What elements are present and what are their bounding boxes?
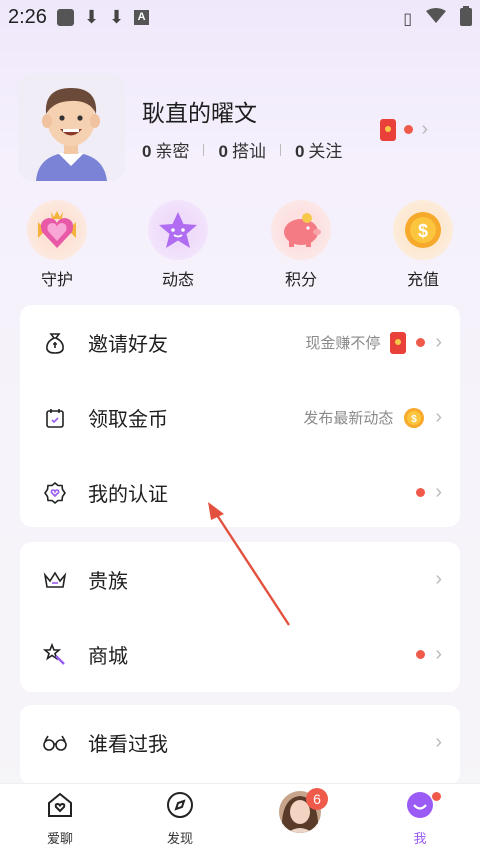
vibrate-icon: ▯ (403, 11, 412, 28)
smile-icon (407, 792, 433, 818)
stat-chat-up[interactable]: 0 搭讪 (218, 137, 265, 162)
app-notification-icon (56, 8, 74, 26)
menu-item-get-coins[interactable]: 领取金币 发布最新动态 $ › (20, 380, 460, 455)
quick-moments[interactable]: 动态 (133, 200, 223, 290)
red-packet-icon (390, 331, 407, 354)
quick-label: 充值 (406, 272, 439, 289)
profile-header[interactable]: 耿直的曜文 0 亲密 0 搭讪 0 关注 › (18, 74, 458, 184)
coin-icon: $ (393, 200, 453, 260)
download-icon: ⬇ (109, 6, 125, 27)
tab-chat[interactable]: 爱聊 (20, 790, 100, 847)
menu-card-1: 邀请好友 现金赚不停 › 领取金币 发布最新动态 $ › 我的认证 › (20, 305, 460, 527)
notification-dot (416, 488, 426, 497)
menu-item-verification[interactable]: 我的认证 › (20, 455, 460, 530)
quick-guard[interactable]: 守护 (12, 200, 102, 290)
a-notification-icon: A (134, 9, 150, 25)
menu-item-invite-friends[interactable]: 邀请好友 现金赚不停 › (20, 305, 460, 380)
money-bag-icon (42, 330, 68, 356)
calendar-icon (42, 405, 68, 431)
chevron-right-icon: › (435, 643, 442, 665)
quick-label: 积分 (284, 272, 317, 289)
quick-label: 守护 (40, 272, 73, 289)
profile-red-packet[interactable]: › (380, 118, 428, 141)
notification-dot (416, 338, 426, 347)
chevron-right-icon: › (435, 406, 442, 428)
wifi-icon (426, 8, 446, 30)
chevron-right-icon: › (435, 568, 442, 590)
chevron-right-icon: › (421, 118, 428, 140)
bottom-tab-bar: 爱聊 发现 6 我 (0, 783, 480, 854)
status-time: 2:26 (8, 5, 47, 28)
coin-icon: $ (404, 407, 425, 428)
stat-divider (279, 143, 281, 156)
quick-label: 动态 (161, 272, 194, 289)
tab-label: 爱聊 (46, 831, 73, 846)
battery-icon (460, 6, 472, 32)
magic-wand-icon (42, 642, 68, 668)
menu-card-3: 谁看过我 › (20, 705, 460, 785)
menu-item-nobility[interactable]: 贵族 › (20, 542, 460, 617)
user-name: 耿直的曜文 (142, 100, 257, 126)
tab-label: 发现 (166, 831, 193, 846)
quick-recharge[interactable]: $ 充值 (378, 200, 468, 290)
chevron-right-icon: › (435, 481, 442, 503)
red-packet-icon (380, 118, 397, 141)
tab-live-avatar[interactable]: 6 (260, 788, 340, 839)
menu-item-mall[interactable]: 商城 › (20, 617, 460, 692)
stat-divider (203, 143, 205, 156)
menu-item-visitors[interactable]: 谁看过我 › (20, 705, 460, 780)
avatar[interactable] (18, 74, 125, 181)
chevron-right-icon: › (435, 331, 442, 353)
profile-stats: 0 亲密 0 搭讪 0 关注 (142, 137, 342, 162)
heart-home-icon (48, 792, 72, 817)
status-bar: 2:26 ⬇ ⬇ A ▯ (0, 0, 480, 34)
quick-points[interactable]: 积分 (256, 200, 346, 290)
notification-badge: 6 (306, 788, 328, 810)
svg-text:$: $ (412, 414, 418, 425)
piggy-bank-icon (271, 200, 331, 260)
star-icon (148, 200, 208, 260)
notification-dot (404, 125, 414, 134)
stat-following[interactable]: 0 关注 (295, 137, 342, 162)
crown-icon (42, 567, 68, 593)
menu-card-2: 贵族 › 商城 › (20, 542, 460, 692)
notification-dot (416, 650, 426, 659)
guard-heart-icon (27, 200, 87, 260)
badge-icon (42, 480, 68, 506)
download-icon: ⬇ (83, 6, 100, 27)
svg-text:$: $ (418, 221, 428, 241)
quick-actions: 守护 动态 积分 $ 充值 (0, 200, 480, 290)
stat-intimacy[interactable]: 0 亲密 (142, 137, 189, 162)
compass-icon (167, 792, 193, 818)
tab-me[interactable]: 我 (380, 790, 460, 847)
chevron-right-icon: › (435, 731, 442, 753)
tab-label: 我 (413, 831, 427, 846)
menu-hint: 发布最新动态 (303, 410, 394, 427)
glasses-icon (42, 730, 68, 756)
menu-hint: 现金赚不停 (305, 335, 381, 352)
notification-dot (432, 792, 441, 801)
tab-discover[interactable]: 发现 (140, 790, 220, 847)
